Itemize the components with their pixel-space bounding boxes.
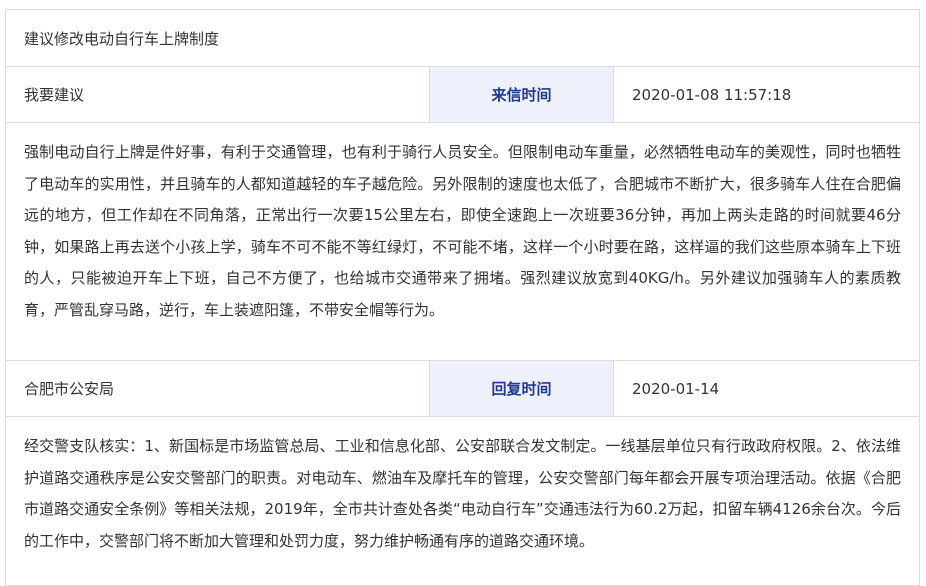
subject-row: 建议修改电动自行车上牌制度 xyxy=(6,10,919,67)
letter-detail-table: 建议修改电动自行车上牌制度 我要建议 来信时间 2020-01-08 11:57… xyxy=(5,9,920,586)
letter-type: 我要建议 xyxy=(6,67,430,122)
letter-time-value: 2020-01-08 11:57:18 xyxy=(632,85,792,104)
reply-content: 经交警支队核实：1、新国标是市场监管总局、工业和信息化部、公安部联合发文制定。一… xyxy=(24,437,901,550)
letter-meta-row: 我要建议 来信时间 2020-01-08 11:57:18 xyxy=(6,67,919,123)
letter-time-label: 来信时间 xyxy=(430,67,614,122)
letter-content: 强制电动自行上牌是件好事，有利于交通管理，也有利于骑行人员安全。但限制电动车重量… xyxy=(6,123,919,361)
reply-department: 合肥市公安局 xyxy=(6,361,430,416)
reply-meta-row: 合肥市公安局 回复时间 2020-01-14 xyxy=(6,361,919,417)
reply-time-value: 2020-01-14 xyxy=(632,379,720,398)
reply-time-label: 回复时间 xyxy=(430,361,614,416)
letter-subject: 建议修改电动自行车上牌制度 xyxy=(24,29,220,48)
